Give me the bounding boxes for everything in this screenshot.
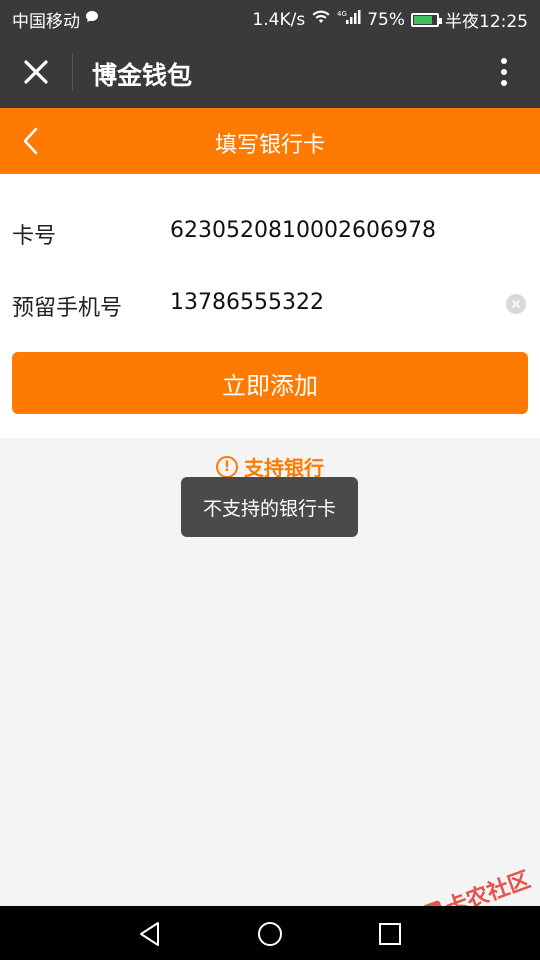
status-left: 中国移动 (12, 7, 100, 32)
card-number-input[interactable]: 6230520810002606978 (170, 218, 436, 243)
signal-icon: 4G (337, 9, 361, 30)
header-divider (72, 54, 73, 90)
close-icon (24, 60, 48, 84)
network-speed: 1.4K/s (252, 9, 306, 30)
card-number-label: 卡号 (12, 224, 57, 249)
alert-icon: ! (216, 455, 238, 478)
add-card-button[interactable]: 立即添加 (12, 352, 528, 414)
battery-fill (414, 15, 432, 24)
close-button[interactable] (16, 52, 56, 92)
battery-percent: 75% (367, 9, 405, 30)
phone-label: 预留手机号 (12, 296, 123, 321)
more-vertical-icon (501, 58, 507, 86)
carrier-name: 中国移动 (12, 12, 80, 32)
status-bar: 中国移动 1.4K/s 4G 75% 半夜12:25 (0, 0, 540, 36)
wifi-icon (311, 9, 331, 30)
clock: 半夜12:25 (445, 12, 528, 32)
triangle-back-icon (140, 922, 159, 946)
system-back-button[interactable] (136, 920, 164, 948)
more-button[interactable] (484, 52, 524, 92)
phone-input[interactable]: 13786555322 (170, 290, 324, 315)
card-number-row[interactable]: 卡号 6230520810002606978 (0, 202, 540, 262)
bank-card-form: 卡号 6230520810002606978 预留手机号 13786555322… (0, 174, 540, 438)
system-nav-bar (0, 906, 540, 960)
status-right: 1.4K/s 4G 75% 半夜12:25 (252, 7, 528, 33)
clear-phone-button[interactable] (506, 294, 526, 314)
phone-row[interactable]: 预留手机号 13786555322 (0, 274, 540, 334)
clear-icon (512, 300, 520, 308)
app-title: 博金钱包 (92, 61, 193, 90)
system-recents-button[interactable] (376, 920, 404, 948)
app-header: 博金钱包 (0, 36, 540, 108)
nav-bar: 填写银行卡 (0, 108, 540, 174)
circle-home-icon (258, 922, 282, 946)
page-title: 填写银行卡 (214, 133, 325, 158)
chat-bubble-icon (84, 9, 100, 30)
square-recents-icon (379, 923, 401, 945)
battery-icon (411, 12, 442, 27)
network-type: 4G (337, 10, 347, 18)
toast-message: 不支持的银行卡 (181, 477, 358, 537)
system-home-button[interactable] (256, 920, 284, 948)
